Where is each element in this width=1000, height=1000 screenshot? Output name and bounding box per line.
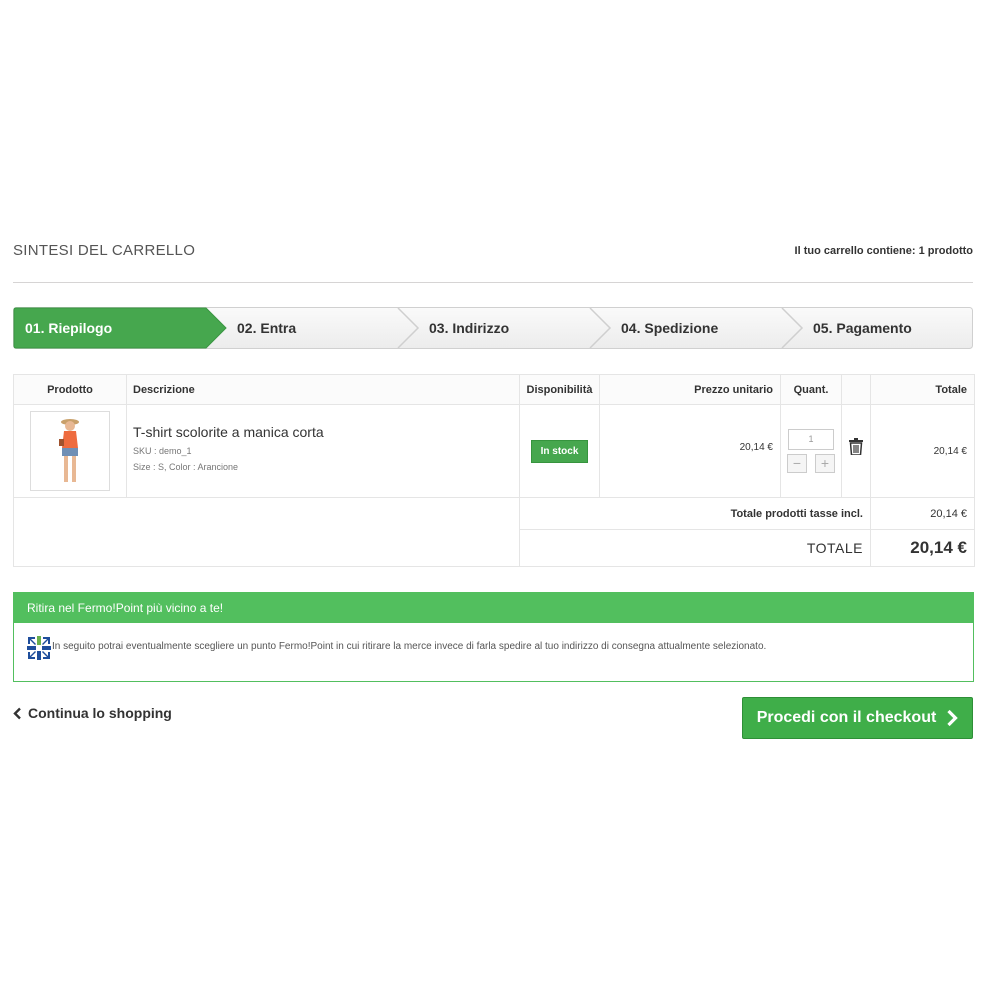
continue-shopping-link[interactable]: Continua lo shopping: [13, 705, 172, 721]
product-name-link[interactable]: T-shirt scolorite a manica corta: [133, 424, 519, 440]
step-indirizzo[interactable]: 03. Indirizzo: [429, 307, 509, 349]
quantity-decrease-button[interactable]: −: [787, 454, 807, 473]
checkout-steps: 01. Riepilogo 02. Entra 03. Indirizzo 04…: [13, 307, 973, 349]
fermopoint-logo-icon: [27, 636, 51, 660]
header-description: Descrizione: [126, 374, 520, 405]
product-thumbnail[interactable]: [30, 411, 110, 491]
fermopoint-heading: Ritira nel Fermo!Point più vicino a te!: [14, 593, 973, 623]
product-attributes: Size : S, Color : Arancione: [133, 462, 239, 472]
step-pagamento[interactable]: 05. Pagamento: [813, 307, 912, 349]
availability-cell: In stock: [519, 404, 600, 498]
header-delete: [841, 374, 871, 405]
subtotal-row: Totale prodotti tasse incl. 20,14 €: [13, 497, 975, 567]
quantity-increase-button[interactable]: +: [815, 454, 835, 473]
quantity-cell: 1 − +: [780, 404, 842, 498]
header-availability: Disponibilità: [519, 374, 600, 405]
trash-icon[interactable]: [849, 438, 863, 456]
product-sku: SKU : demo_1: [133, 446, 192, 456]
fermopoint-description: In seguito potrai eventualmente sceglier…: [52, 641, 767, 652]
chevron-right-icon: [947, 709, 959, 727]
header-unit-price: Prezzo unitario: [599, 374, 781, 405]
header-quantity: Quant.: [780, 374, 842, 405]
header-divider: [13, 282, 973, 283]
continue-shopping-label: Continua lo shopping: [28, 705, 172, 721]
step-spedizione[interactable]: 04. Spedizione: [621, 307, 718, 349]
line-total: 20,14 €: [933, 445, 967, 457]
status-badge: In stock: [530, 439, 589, 463]
header-product: Prodotto: [13, 374, 127, 405]
checkout-label: Procedi con il checkout: [756, 709, 937, 726]
unit-price-cell: 20,14 €: [599, 404, 781, 498]
fermopoint-panel: Ritira nel Fermo!Point più vicino a te! …: [13, 592, 974, 682]
delete-cell: [841, 404, 871, 498]
line-total-cell: 20,14 €: [870, 404, 975, 498]
subtotal-value: 20,14 €: [870, 497, 975, 530]
checkout-button[interactable]: Procedi con il checkout: [742, 697, 973, 739]
quantity-input[interactable]: 1: [788, 429, 834, 450]
product-description-cell: T-shirt scolorite a manica corta SKU : d…: [126, 404, 520, 498]
page-title: SINTESI DEL CARRELLO: [13, 242, 196, 259]
step-entra[interactable]: 02. Entra: [237, 307, 296, 349]
grand-total-value: 20,14 €: [870, 529, 975, 567]
product-thumbnail-cell: [13, 404, 127, 498]
empty-summary-cell: [13, 497, 520, 567]
product-image: [59, 419, 79, 482]
subtotal-label: Totale prodotti tasse incl.: [519, 497, 871, 530]
cart-table: Prodotto Descrizione Disponibilità Prezz…: [13, 374, 975, 567]
table-header-row: Prodotto Descrizione Disponibilità Prezz…: [13, 374, 975, 405]
header-total: Totale: [870, 374, 975, 405]
chevron-left-icon: [13, 707, 21, 719]
grand-total-label: TOTALE: [519, 529, 871, 567]
cart-count-summary: Il tuo carrello contiene: 1 prodotto: [794, 245, 973, 257]
table-row: T-shirt scolorite a manica corta SKU : d…: [13, 404, 975, 498]
unit-price: 20,14 €: [739, 441, 773, 453]
step-riepilogo[interactable]: 01. Riepilogo: [25, 307, 112, 349]
